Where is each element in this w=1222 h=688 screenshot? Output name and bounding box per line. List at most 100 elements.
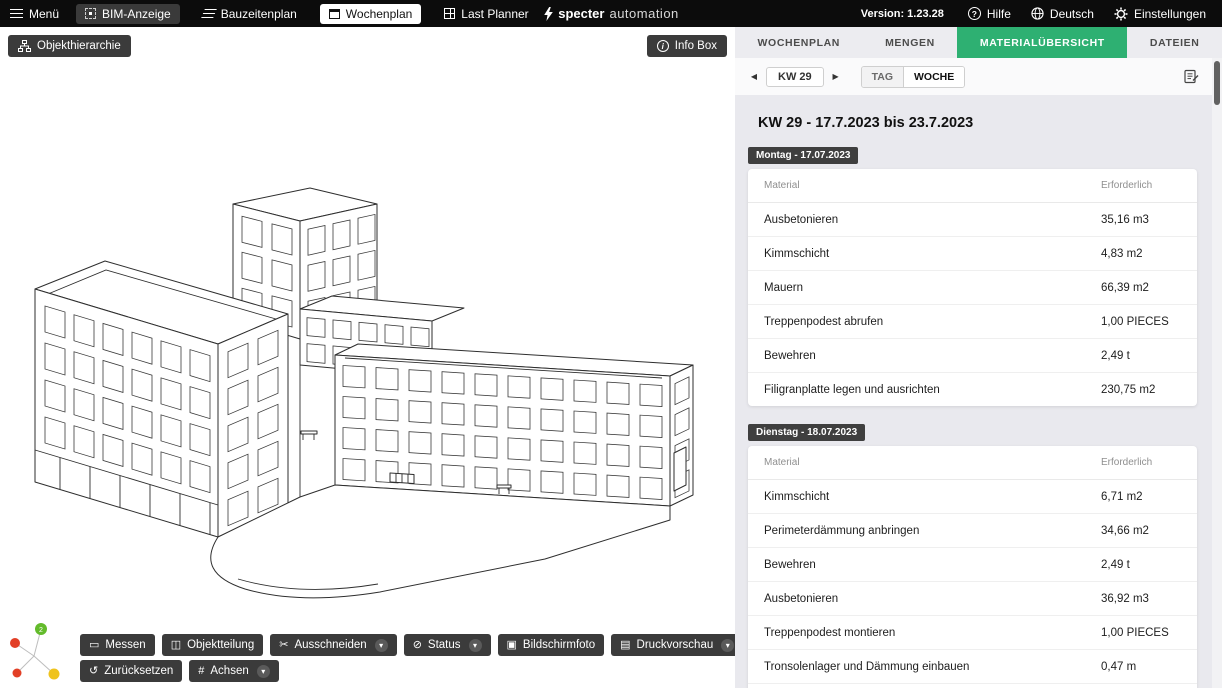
druckvorschau-button[interactable]: ▤ Druckvorschau ▾ — [611, 634, 735, 656]
status-label: Status — [428, 639, 461, 651]
required-value: 2,49 t — [1101, 559, 1181, 571]
object-hierarchy-button[interactable]: Objekthierarchie — [8, 35, 131, 57]
chevron-down-icon[interactable]: ▾ — [375, 639, 388, 652]
druckvorschau-label: Druckvorschau — [637, 639, 714, 651]
chevron-down-icon[interactable]: ▾ — [469, 639, 482, 652]
chevron-down-icon[interactable]: ▾ — [721, 639, 734, 652]
nav-wochenplan[interactable]: Wochenplan — [320, 4, 422, 24]
week-selector[interactable]: KW 29 — [766, 67, 824, 87]
material-name: Ausbetonieren — [764, 593, 838, 605]
panel-tabs: WOCHENPLAN MENGEN MATERIALÜBERSICHT DATE… — [735, 27, 1222, 58]
menu-label: Menü — [29, 7, 59, 21]
info-box-label: Info Box — [675, 40, 717, 52]
tab-mengen[interactable]: MENGEN — [863, 27, 958, 58]
bim-building-model[interactable] — [0, 57, 735, 687]
required-value: 4,83 m2 — [1101, 248, 1181, 260]
scrollbar-thumb[interactable] — [1214, 61, 1220, 105]
table-row: Treppenpodest abrufen 1,00 PIECES — [748, 305, 1197, 339]
nav-bauzeitenplan-label: Bauzeitenplan — [221, 7, 297, 21]
axes-icon: # — [198, 666, 204, 677]
topbar: Menü BIM-Anzeige Bauzeitenplan Wochenpla… — [0, 0, 1222, 27]
status-icon: ⊘ — [413, 640, 422, 651]
ausschneiden-button[interactable]: ✂ Ausschneiden ▾ — [270, 634, 396, 656]
required-value: 34,66 m2 — [1101, 525, 1181, 537]
nav-bauzeitenplan[interactable]: Bauzeitenplan — [194, 4, 306, 24]
tab-materialuebersicht[interactable]: MATERIALÜBERSICHT — [957, 27, 1127, 58]
measure-icon: ▭ — [89, 640, 99, 651]
required-value: 0,47 m — [1101, 661, 1181, 673]
required-value: 36,92 m3 — [1101, 593, 1181, 605]
chevron-down-icon[interactable]: ▾ — [257, 665, 270, 678]
version-label: Version: 1.23.28 — [847, 8, 958, 20]
topbar-nav: Menü BIM-Anzeige Bauzeitenplan Wochenpla… — [0, 0, 545, 27]
material-panel: WOCHENPLAN MENGEN MATERIALÜBERSICHT DATE… — [735, 27, 1222, 688]
topbar-right: Version: 1.23.28 ? Hilfe Deutsch — [847, 0, 1216, 27]
week-heading: KW 29 - 17.7.2023 bis 23.7.2023 — [758, 115, 1197, 131]
settings-button[interactable]: Einstellungen — [1104, 0, 1216, 27]
report-icon — [1184, 69, 1199, 84]
help-button[interactable]: ? Hilfe — [958, 0, 1021, 27]
info-box-button[interactable]: i Info Box — [647, 35, 727, 57]
hamburger-icon — [10, 9, 23, 18]
required-value: 35,16 m3 — [1101, 214, 1181, 226]
week-subnav: ◀ KW 29 ▶ TAG WOCHE — [735, 58, 1212, 95]
toggle-woche[interactable]: WOCHE — [903, 67, 964, 87]
viewport-toolbar-row2: ↺ Zurücksetzen # Achsen ▾ — [80, 660, 279, 682]
material-name: Tronsolenlager und Dämmung einbauen — [764, 661, 969, 673]
panel-scrollbar[interactable] — [1212, 58, 1222, 688]
reset-icon: ↺ — [89, 666, 98, 677]
bildschirmfoto-label: Bildschirmfoto — [523, 639, 595, 651]
print-icon: ▤ — [620, 640, 630, 651]
table-row: Bewehren 2,49 t — [748, 339, 1197, 373]
bim-3d-viewport[interactable]: Objekthierarchie i Info Box — [0, 27, 735, 688]
ausschneiden-label: Ausschneiden — [294, 639, 366, 651]
nav-last-planner[interactable]: Last Planner — [435, 4, 537, 24]
language-button[interactable]: Deutsch — [1021, 0, 1104, 27]
calendar-icon — [329, 9, 340, 19]
bim-cube-icon — [85, 8, 96, 19]
menu-button[interactable]: Menü — [0, 0, 69, 27]
material-column-header: Material — [764, 457, 800, 468]
day-week-toggle: TAG WOCHE — [861, 66, 966, 88]
tab-wochenplan[interactable]: WOCHENPLAN — [735, 27, 863, 58]
tab-dateien[interactable]: DATEIEN — [1127, 27, 1222, 58]
material-name: Filigranplatte legen und ausrichten — [764, 384, 940, 396]
language-label: Deutsch — [1050, 7, 1094, 21]
nav-bim-anzeige-label: BIM-Anzeige — [102, 7, 171, 21]
bildschirmfoto-button[interactable]: ▣ Bildschirmfoto — [498, 634, 605, 656]
material-name: Bewehren — [764, 559, 816, 571]
required-column-header: Erforderlich — [1101, 457, 1181, 468]
axes-gizmo[interactable]: 2 — [4, 616, 68, 682]
messen-label: Messen — [105, 639, 145, 651]
lightning-icon — [543, 7, 553, 21]
status-button[interactable]: ⊘ Status ▾ — [404, 634, 491, 656]
nav-bim-anzeige[interactable]: BIM-Anzeige — [76, 4, 180, 24]
next-week-button[interactable]: ▶ — [827, 67, 845, 87]
day-badge-monday: Montag - 17.07.2023 — [748, 147, 858, 164]
table-row: Mauern66,39 m2 — [748, 271, 1197, 305]
info-icon: i — [657, 40, 669, 52]
table-row: Kimmschicht6,71 m2 — [748, 480, 1197, 514]
material-name: Bewehren — [764, 350, 816, 362]
table-row: Ausbetonieren 36,92 m3 — [748, 582, 1197, 616]
help-label: Hilfe — [987, 7, 1011, 21]
table-row: Ausbetonieren35,16 m3 — [748, 203, 1197, 237]
required-value: 1,00 PIECES — [1101, 316, 1181, 328]
brand-name: specter — [558, 6, 604, 21]
report-button[interactable] — [1180, 66, 1202, 88]
required-value: 2,49 t — [1101, 350, 1181, 362]
achsen-button[interactable]: # Achsen ▾ — [189, 660, 278, 682]
material-name: Treppenpodest abrufen — [764, 316, 883, 328]
hierarchy-icon — [18, 40, 31, 52]
toggle-tag[interactable]: TAG — [862, 67, 903, 87]
material-name: Treppenpodest montieren — [764, 627, 895, 639]
globe-icon — [1031, 7, 1044, 20]
objektteilung-button[interactable]: ◫ Objektteilung — [162, 634, 264, 656]
zuruecksetzen-button[interactable]: ↺ Zurücksetzen — [80, 660, 182, 682]
material-name: Perimeterdämmung anbringen — [764, 525, 919, 537]
material-column-header: Material — [764, 180, 800, 191]
material-table-monday: Material Erforderlich Ausbetonieren35,16… — [748, 169, 1197, 406]
prev-week-button[interactable]: ◀ — [745, 67, 763, 87]
required-value: 230,75 m2 — [1101, 384, 1181, 396]
messen-button[interactable]: ▭ Messen — [80, 634, 155, 656]
